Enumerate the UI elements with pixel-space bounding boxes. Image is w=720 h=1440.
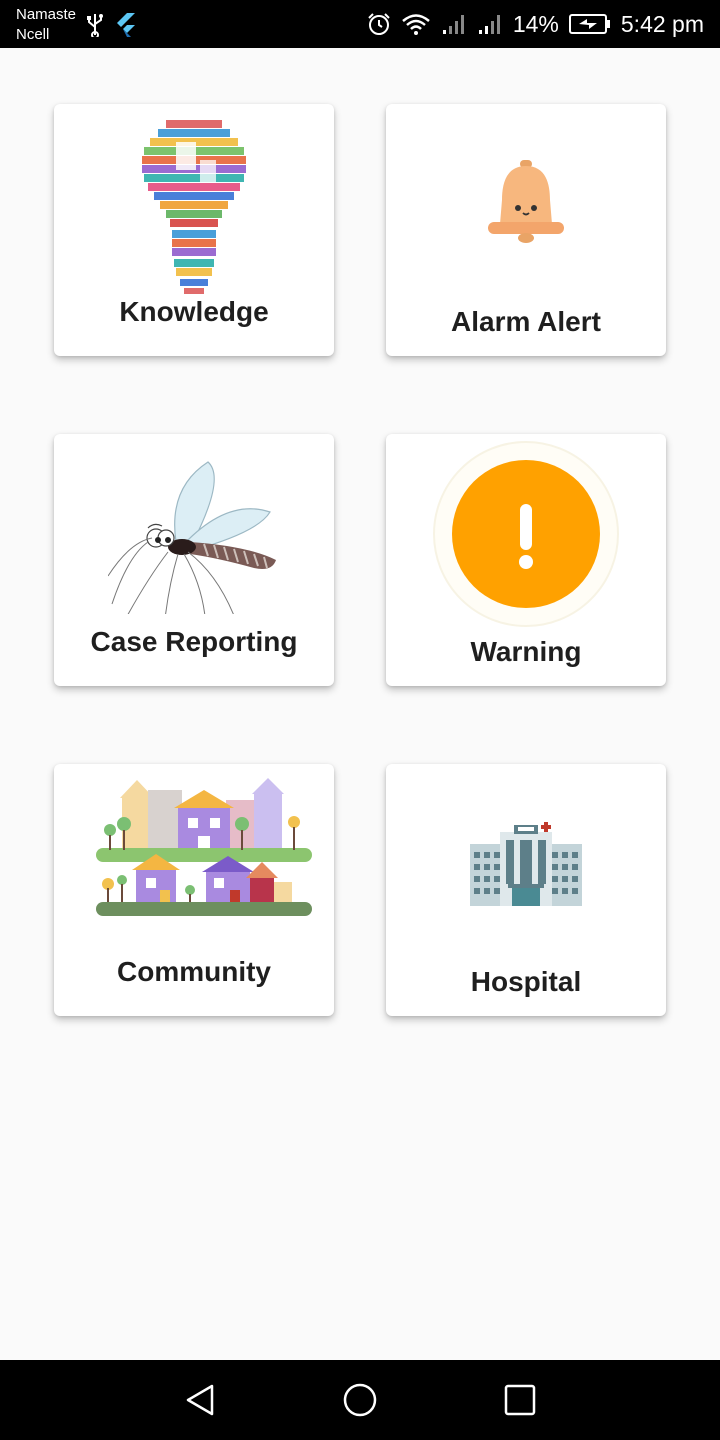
alarm-icon (368, 13, 390, 35)
status-bar: Namaste Ncell 14% 5:42 pm (0, 0, 720, 48)
carrier-line-2: Ncell (16, 26, 50, 43)
clock: 5:42 pm (620, 10, 704, 37)
warning-icon (433, 441, 619, 627)
back-icon[interactable] (180, 1380, 220, 1420)
signal-icon (478, 15, 500, 34)
houses-icon (96, 778, 312, 916)
knowledge-label: Knowledge (119, 296, 269, 327)
bell-icon (488, 160, 564, 243)
lightbulb-books-icon (142, 120, 246, 294)
navigation-bar (0, 1360, 720, 1440)
hospital-card[interactable]: Hospital (386, 764, 666, 1016)
alarm-alert-label: Alarm Alert (451, 306, 601, 337)
case-reporting-card[interactable]: Case Reporting (54, 434, 334, 686)
recents-icon[interactable] (500, 1380, 540, 1420)
battery-icon (568, 14, 610, 34)
wifi-icon (402, 14, 430, 35)
flutter-icon (117, 13, 135, 37)
community-card[interactable]: Community (54, 764, 334, 1016)
case-reporting-label: Case Reporting (90, 626, 298, 657)
home-icon[interactable] (340, 1380, 380, 1420)
hospital-label: Hospital (470, 966, 582, 997)
mosquito-icon (108, 461, 276, 614)
carrier-name: Namaste Ncell (16, 5, 76, 45)
community-label: Community (117, 956, 271, 987)
warning-label: Warning (470, 636, 582, 667)
usb-icon (87, 14, 103, 37)
battery-percentage: 14% (512, 10, 559, 37)
hospital-building-icon (470, 822, 582, 906)
alarm-alert-card[interactable]: Alarm Alert (386, 104, 666, 356)
signal-icon (442, 15, 464, 34)
knowledge-card[interactable]: Knowledge (54, 104, 334, 356)
warning-card[interactable]: Warning (386, 434, 666, 686)
carrier-line-1: Namaste (16, 6, 77, 23)
